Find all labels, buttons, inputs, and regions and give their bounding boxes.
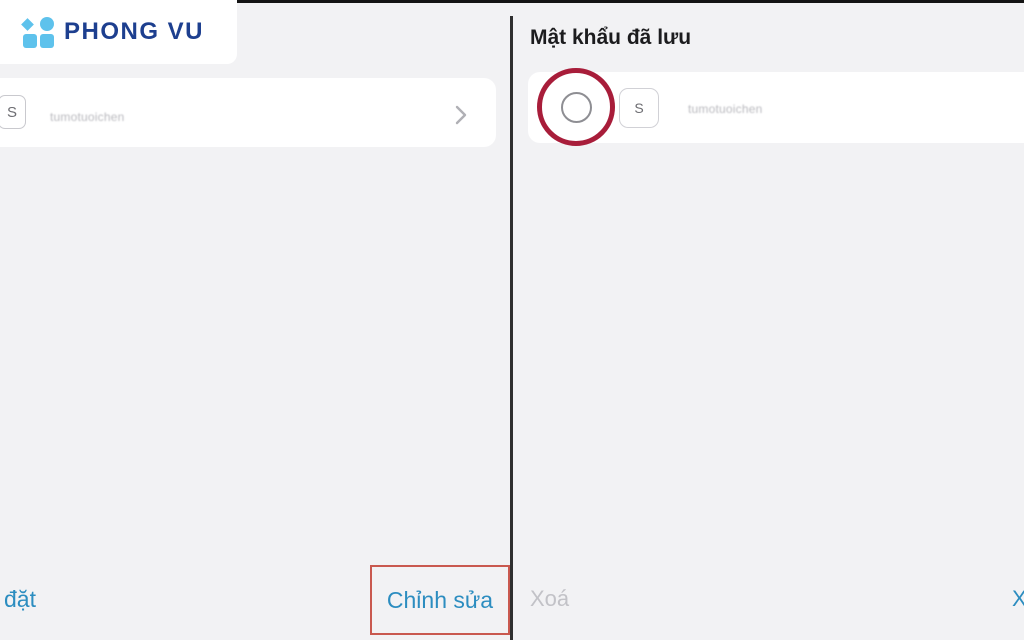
site-icon-letter: S xyxy=(634,100,644,116)
site-icon: S xyxy=(0,95,26,129)
done-button[interactable]: X xyxy=(1012,586,1024,612)
edit-label: Chỉnh sửa xyxy=(386,586,494,613)
chevron-right-icon[interactable] xyxy=(453,104,469,126)
username-text: tumotuoichen xyxy=(50,110,125,124)
logo: PHONG VU xyxy=(0,0,237,64)
settings-link[interactable]: đặt xyxy=(4,586,36,613)
select-checkbox[interactable] xyxy=(561,92,592,123)
edit-button[interactable]: Chỉnh sửa xyxy=(370,565,510,635)
logo-text: PHONG VU xyxy=(64,18,205,45)
page-title: Mật khẩu đã lưu xyxy=(530,26,692,49)
username-text: tumotuoichen xyxy=(688,102,763,116)
logo-mark-icon xyxy=(21,17,54,48)
site-icon: S xyxy=(619,88,659,128)
site-icon-letter: S xyxy=(6,103,17,121)
delete-button[interactable]: Xoá xyxy=(530,586,569,612)
